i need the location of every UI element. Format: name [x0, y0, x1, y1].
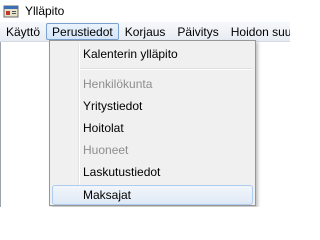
menu-korjaus[interactable]: Korjaus: [119, 23, 172, 40]
menu-item-maksajat[interactable]: Maksajat: [52, 185, 253, 205]
menu-bar: Käyttö Perustiedot Korjaus Päivitys Hoid…: [0, 22, 290, 42]
menu-item-yritystiedot[interactable]: Yritystiedot: [52, 96, 253, 116]
menu-item-kalenterin-yllapito[interactable]: Kalenterin ylläpito: [52, 44, 253, 64]
menu-item-hoitolat[interactable]: Hoitolat: [52, 118, 253, 138]
menu-kaytto[interactable]: Käyttö: [0, 23, 46, 40]
perustiedot-dropdown-menu: Kalenterin ylläpito Henkilökunta Yrityst…: [49, 40, 256, 206]
title-bar[interactable]: Ylläpito: [0, 0, 290, 22]
app-window-icon: [3, 3, 19, 19]
menu-paivitys[interactable]: Päivitys: [171, 23, 224, 40]
window-title: Ylläpito: [25, 4, 65, 18]
menu-separator: [80, 68, 253, 70]
menu-item-huoneet: Huoneet: [83, 143, 129, 157]
menu-item-laskutustiedot[interactable]: Laskutustiedot: [52, 162, 253, 182]
app-window: Ylläpito Käyttö Perustiedot Korjaus Päiv…: [0, 0, 290, 207]
menu-perustiedot[interactable]: Perustiedot: [46, 23, 119, 40]
menu-hoidon-suu[interactable]: Hoidon suu: [225, 23, 290, 40]
menu-item-henkilokunta: Henkilökunta: [83, 77, 153, 91]
